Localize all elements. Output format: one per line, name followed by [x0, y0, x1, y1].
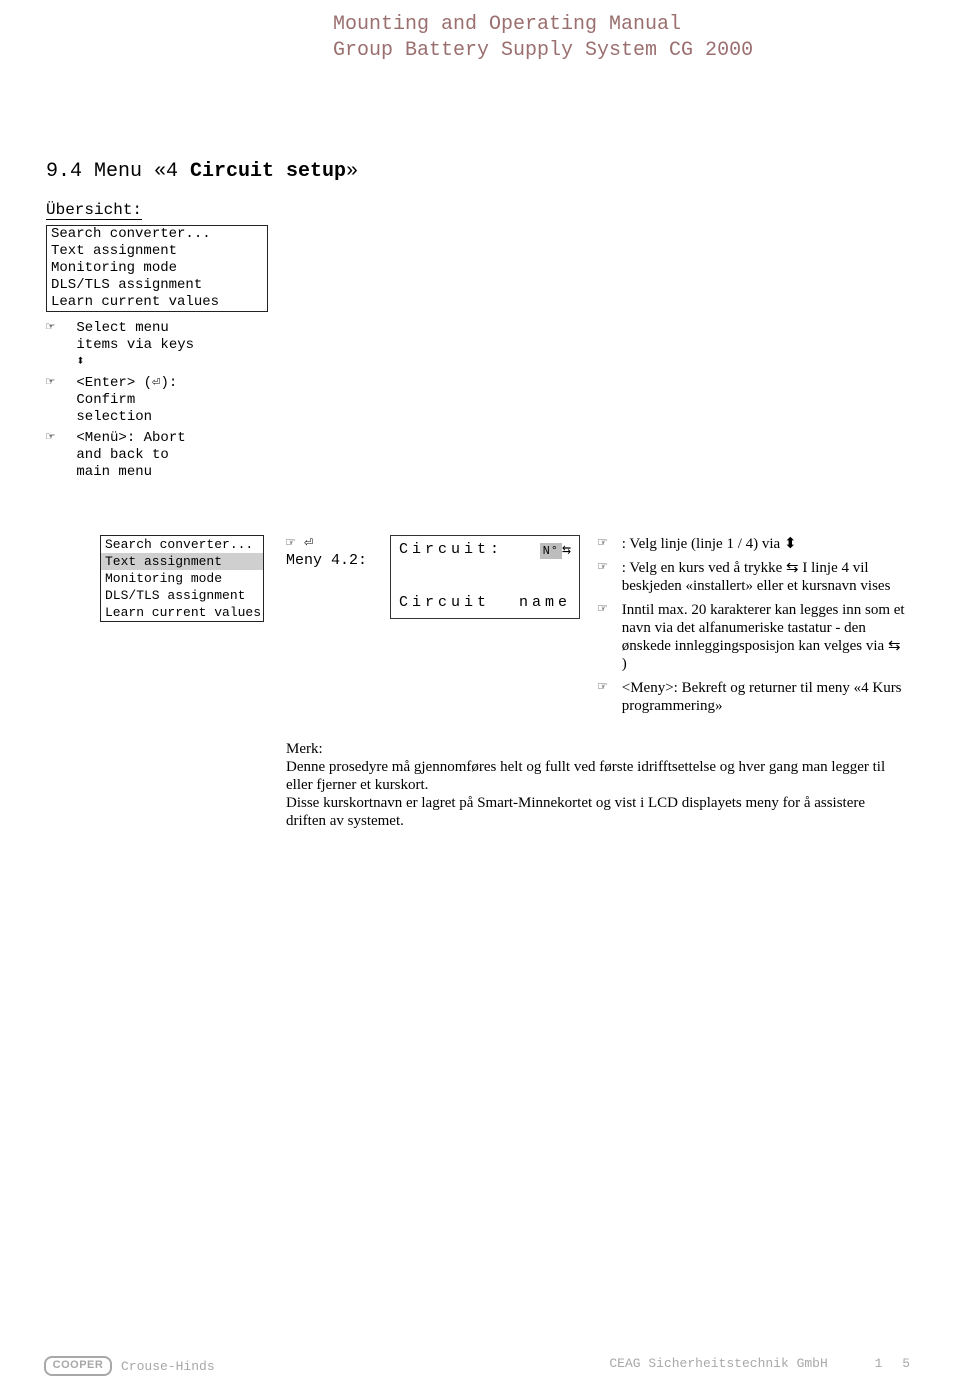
- footer-right: CEAG Sicherheitstechnik GmbH 1 5: [609, 1356, 916, 1371]
- note-text: : Velg en kurs ved å trykke ⇆ I linje 4 …: [622, 559, 906, 595]
- menu-row: Search converter...: [47, 226, 267, 243]
- menu-row-selected: Text assignment: [101, 553, 263, 570]
- note-item: ☞ <Meny>: Bekreft og returner til meny «…: [598, 679, 908, 715]
- lcd-l2-right: name: [519, 594, 571, 611]
- bullet-item: ☞ <Menü>: Abort and back to main menu: [46, 430, 276, 481]
- t: items via keys: [76, 337, 194, 353]
- menu-row: Learn current values: [47, 294, 267, 311]
- hand-icon: ☞: [46, 430, 68, 447]
- t: main menu: [76, 464, 152, 480]
- merk-block: Merk: Denne prosedyre må gjennomføres he…: [286, 740, 906, 830]
- bullet-item: ☞ Select menu items via keys ⬍: [46, 320, 276, 371]
- note-text: <Meny>: Bekreft og returner til meny «4 …: [622, 679, 906, 715]
- t: selection: [76, 409, 152, 425]
- meny-label: Meny 4.2:: [286, 552, 367, 569]
- hand-icon: ☞: [46, 320, 68, 337]
- hand-icon: ☞: [46, 375, 68, 392]
- note-text: : Velg linje (linje 1 / 4) via ⬍: [622, 535, 906, 553]
- footer-company: CEAG Sicherheitstechnik GmbH: [609, 1356, 827, 1371]
- section-num: 9.4 Menu «4: [46, 160, 190, 183]
- lcd-arrows-icon: ⇆: [562, 542, 571, 559]
- bullet-item: ☞ <Enter> (⏎): Confirm selection: [46, 375, 276, 426]
- menu-row: Text assignment: [47, 243, 267, 260]
- menu-box-selected: Search converter... Text assignment Moni…: [100, 535, 264, 622]
- page-number: 1 5: [875, 1356, 916, 1371]
- t: Confirm: [76, 392, 135, 408]
- lcd-l1-right: N°⇆: [540, 540, 571, 559]
- lcd-l2-left: Circuit: [399, 594, 490, 611]
- menu-row: Search converter...: [101, 536, 263, 553]
- menu-row: Learn current values: [101, 604, 263, 621]
- meny-caption: ☞ ⏎ Meny 4.2:: [286, 535, 367, 569]
- right-notes: ☞ : Velg linje (linje 1 / 4) via ⬍ ☞ : V…: [598, 535, 908, 721]
- bullet-text: <Enter> (⏎): Confirm selection: [76, 375, 276, 426]
- menu-row: DLS/TLS assignment: [47, 277, 267, 294]
- menu-box-overview: Search converter... Text assignment Moni…: [46, 225, 268, 312]
- t: and back to: [76, 447, 168, 463]
- merk-paragraph: Denne prosedyre må gjennomføres helt og …: [286, 758, 906, 830]
- lcd-display: Circuit: N°⇆ Circuit name: [390, 535, 580, 619]
- hand-icon: ☞: [598, 535, 618, 553]
- cooper-logo: COOPER: [44, 1356, 115, 1376]
- note-item: ☞ Inntil max. 20 karakterer kan legges i…: [598, 601, 908, 673]
- ubersicht-label: Übersicht:: [46, 201, 142, 220]
- section-bold: Circuit setup: [190, 160, 346, 183]
- bullet-text: Select menu items via keys ⬍: [76, 320, 276, 371]
- menu-row: Monitoring mode: [101, 570, 263, 587]
- crouse-hinds: Crouse-Hinds: [121, 1359, 215, 1374]
- title-line2: Group Battery Supply System CG 2000: [333, 38, 753, 64]
- section-close: »: [346, 160, 358, 183]
- section-heading: 9.4 Menu «4 Circuit setup»: [46, 160, 358, 183]
- cooper-logo-text: COOPER: [44, 1356, 112, 1376]
- meny-hand-enter: ☞ ⏎: [286, 535, 367, 552]
- hand-icon: ☞: [598, 679, 618, 697]
- hand-icon: ☞: [598, 559, 618, 577]
- lcd-l1-left: Circuit:: [399, 541, 503, 558]
- lcd-line1: Circuit: N°⇆: [399, 540, 571, 559]
- title-line1: Mounting and Operating Manual: [333, 12, 753, 38]
- t: Select menu: [76, 320, 168, 336]
- note-item: ☞ : Velg linje (linje 1 / 4) via ⬍: [598, 535, 908, 553]
- menu-row: Monitoring mode: [47, 260, 267, 277]
- page: Mounting and Operating Manual Group Batt…: [0, 0, 960, 1392]
- bullet-text: <Menü>: Abort and back to main menu: [76, 430, 276, 481]
- updown-icon: ⬍: [76, 354, 84, 370]
- t: <Menü>: Abort: [76, 430, 185, 446]
- note-text: Inntil max. 20 karakterer kan legges inn…: [622, 601, 906, 673]
- page-footer: COOPER Crouse-Hinds CEAG Sicherheitstech…: [0, 1348, 960, 1378]
- note-item: ☞ : Velg en kurs ved å trykke ⇆ I linje …: [598, 559, 908, 595]
- footer-left: COOPER Crouse-Hinds: [44, 1356, 215, 1376]
- instruction-bullets: ☞ Select menu items via keys ⬍ ☞ <Enter>…: [46, 316, 276, 481]
- hand-icon: ☞: [598, 601, 618, 619]
- menu-row: DLS/TLS assignment: [101, 587, 263, 604]
- merk-label: Merk:: [286, 740, 906, 758]
- lcd-badge: N°: [540, 543, 562, 559]
- page-title: Mounting and Operating Manual Group Batt…: [333, 12, 753, 64]
- lcd-line2: Circuit name: [399, 594, 571, 611]
- t: <Enter> (⏎):: [76, 375, 177, 391]
